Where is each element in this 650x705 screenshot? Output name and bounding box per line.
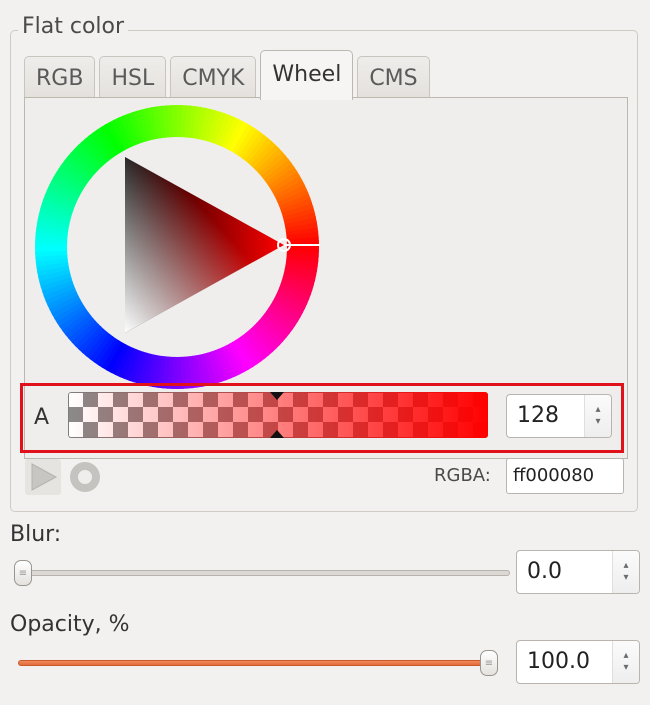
opacity-spin-arrows[interactable]: ▴ ▾ bbox=[612, 641, 639, 683]
tab-rgb[interactable]: RGB bbox=[24, 56, 96, 100]
opacity-slider-handle[interactable]: ≡ bbox=[480, 650, 498, 676]
alpha-label: A bbox=[34, 405, 50, 430]
spin-up-icon[interactable]: ▴ bbox=[595, 404, 600, 416]
tab-wheel[interactable]: Wheel bbox=[260, 50, 354, 100]
alpha-spinbox[interactable]: 128 ▴ ▾ bbox=[506, 394, 612, 438]
blur-slider-handle[interactable]: ≡ bbox=[14, 560, 32, 586]
hue-ring-segment[interactable] bbox=[286, 245, 319, 252]
triangle-white-overlay bbox=[125, 157, 284, 333]
alpha-spin-arrows[interactable]: ▴ ▾ bbox=[584, 395, 611, 437]
opacity-label: Opacity, % bbox=[10, 612, 130, 637]
opacity-spinbox[interactable]: 100.0 ▴ ▾ bbox=[516, 640, 640, 684]
grip-icon: ≡ bbox=[484, 657, 494, 669]
tab-bar: RGB HSL CMYK Wheel CMS bbox=[24, 50, 430, 100]
ring-icon[interactable] bbox=[66, 458, 104, 496]
spin-down-icon[interactable]: ▾ bbox=[623, 662, 628, 674]
spin-down-icon[interactable]: ▾ bbox=[595, 416, 600, 428]
tab-cmyk[interactable]: CMYK bbox=[170, 56, 257, 100]
triangle-icon[interactable] bbox=[24, 458, 62, 496]
blur-spin-arrows[interactable]: ▴ ▾ bbox=[612, 551, 639, 593]
blur-label: Blur: bbox=[10, 522, 62, 547]
group-title: Flat color bbox=[18, 14, 129, 39]
grip-icon: ≡ bbox=[18, 567, 28, 579]
opacity-value[interactable]: 100.0 bbox=[517, 641, 612, 683]
spin-up-icon[interactable]: ▴ bbox=[623, 650, 628, 662]
blur-spinbox[interactable]: 0.0 ▴ ▾ bbox=[516, 550, 640, 594]
tab-hsl[interactable]: HSL bbox=[99, 56, 167, 100]
blur-slider-track[interactable] bbox=[22, 570, 510, 576]
tab-cms[interactable]: CMS bbox=[357, 56, 430, 100]
spin-up-icon[interactable]: ▴ bbox=[623, 560, 628, 572]
rgba-label: RGBA: bbox=[434, 465, 491, 486]
color-wheel[interactable] bbox=[34, 104, 320, 390]
rgba-input[interactable]: ff000080 bbox=[506, 458, 624, 494]
spin-down-icon[interactable]: ▾ bbox=[623, 572, 628, 584]
alpha-slider-marker[interactable] bbox=[270, 392, 284, 438]
blur-value[interactable]: 0.0 bbox=[517, 551, 612, 593]
alpha-value[interactable]: 128 bbox=[507, 395, 584, 437]
opacity-slider-track[interactable] bbox=[18, 660, 496, 666]
